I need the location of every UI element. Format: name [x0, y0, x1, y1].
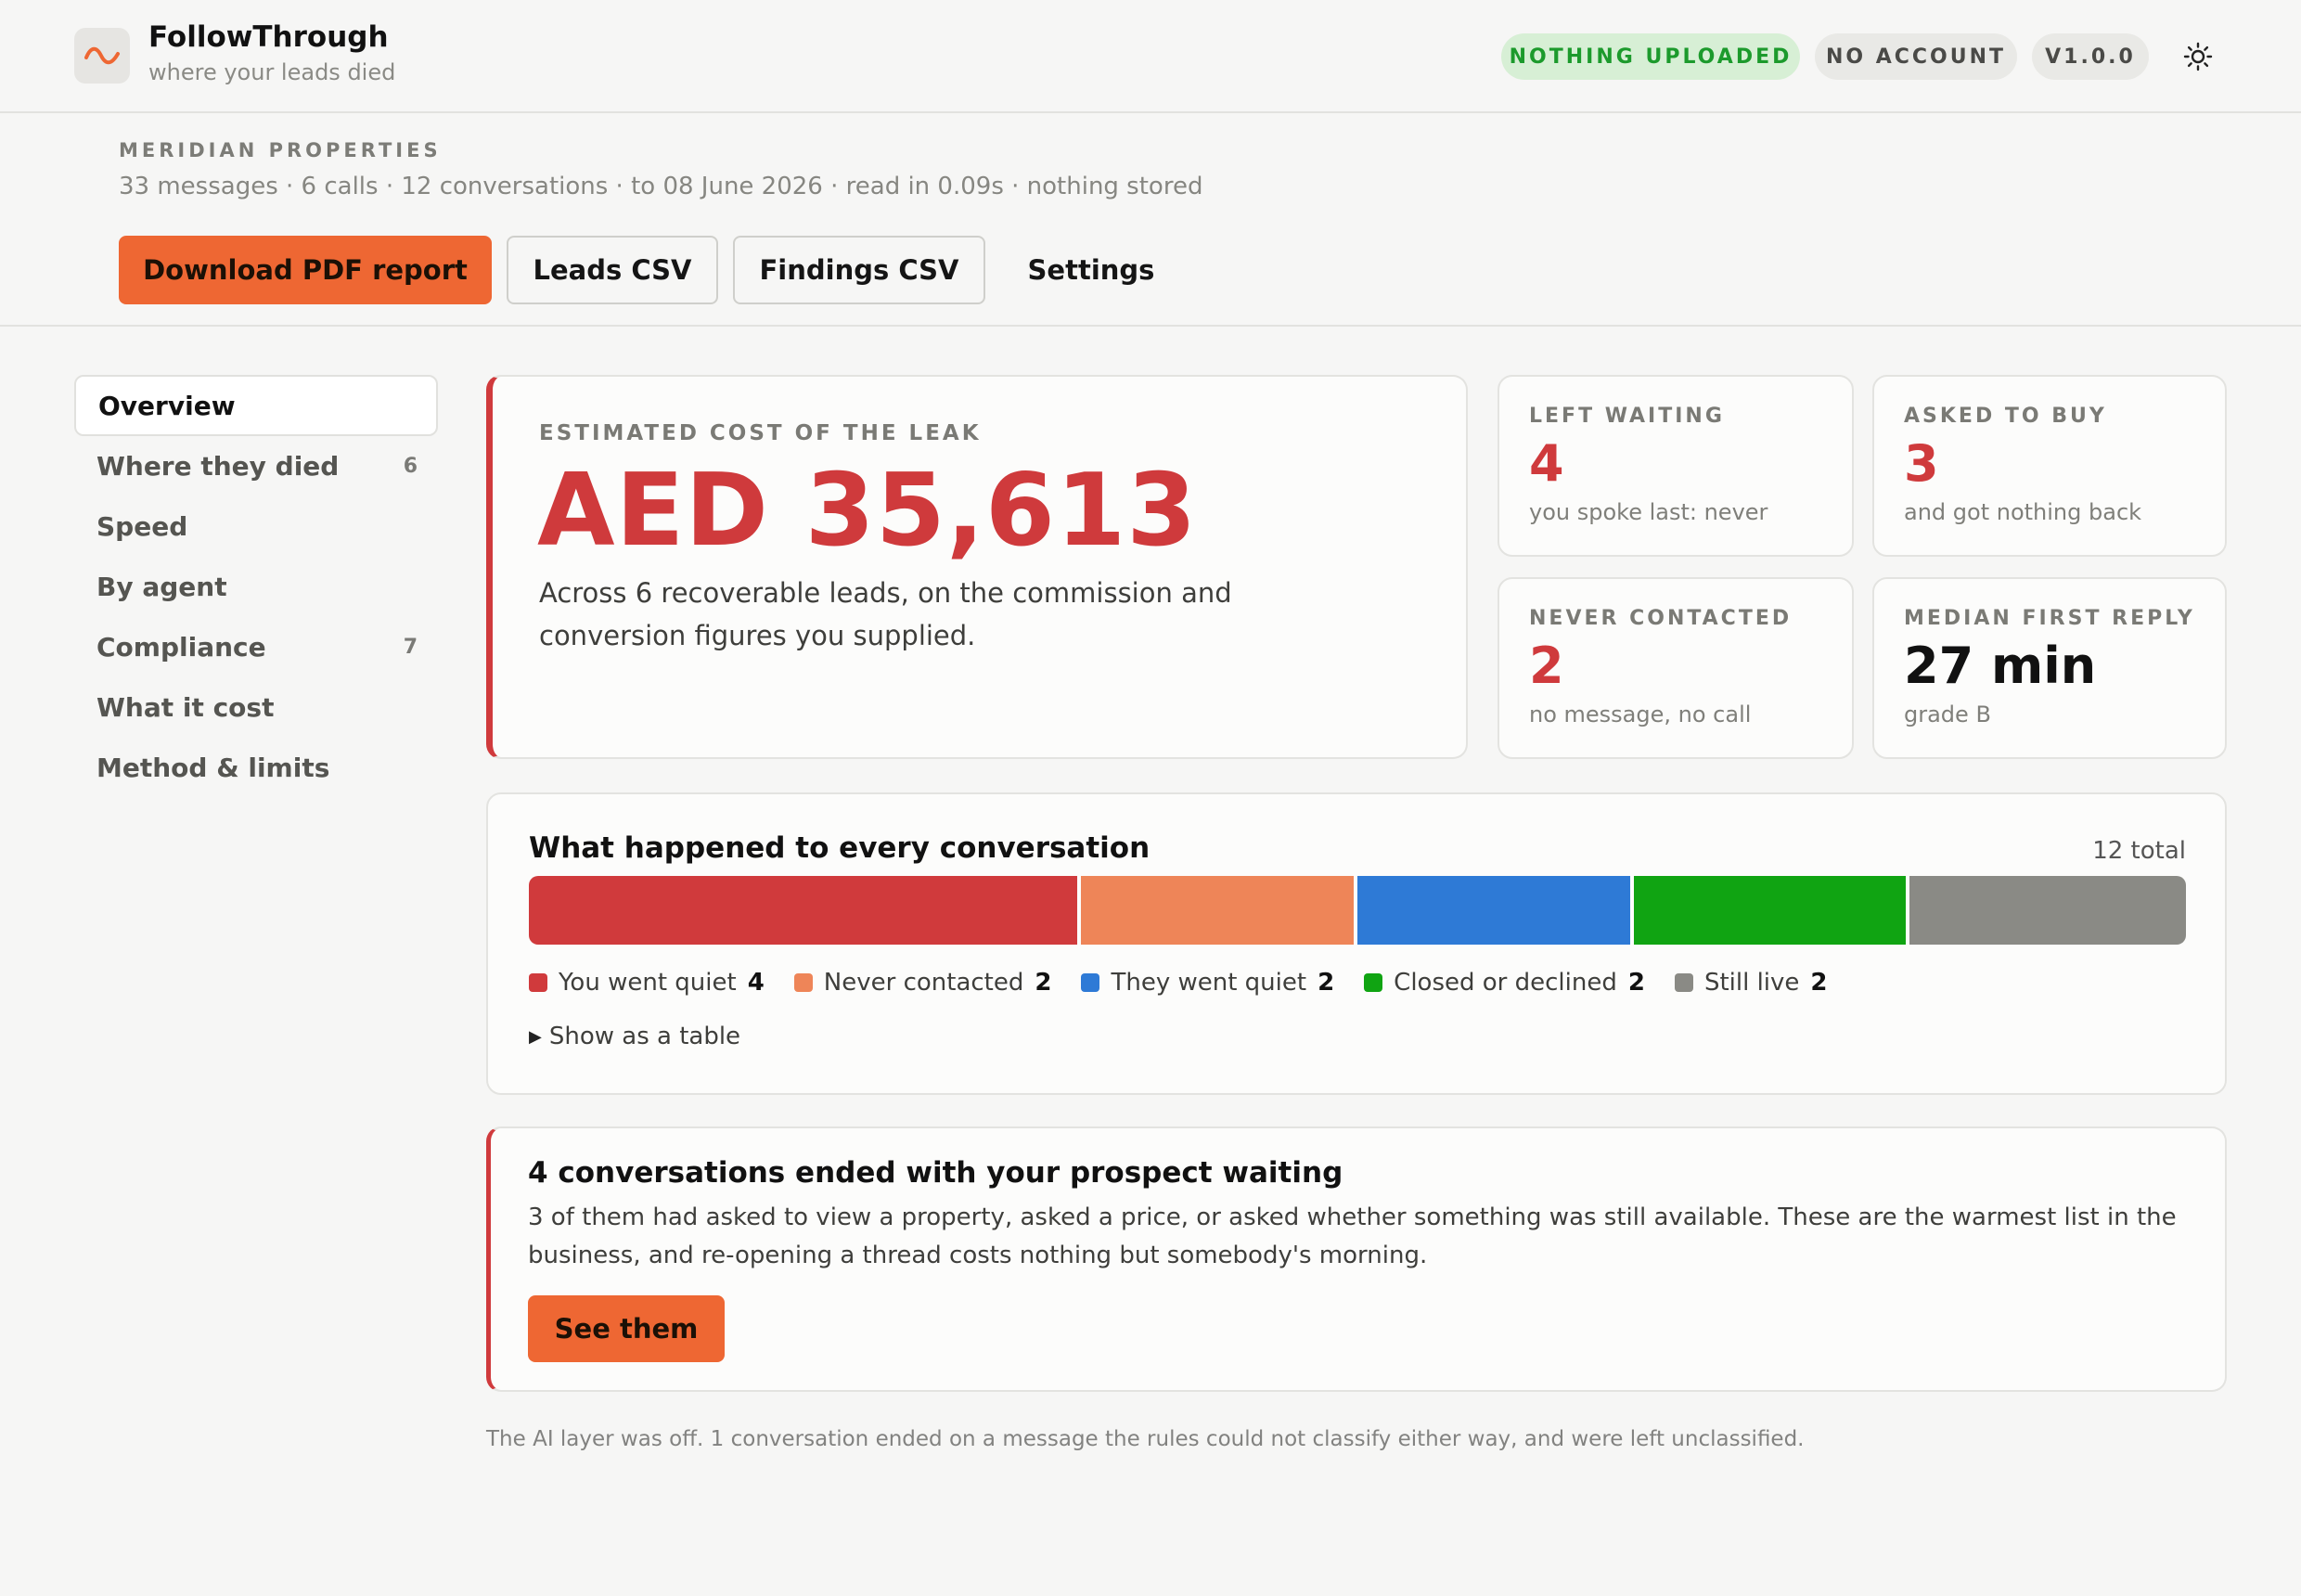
- sidebar-item-method-limits[interactable]: Method & limits: [74, 737, 438, 798]
- legend-count: 2: [1810, 969, 1828, 997]
- stat-card-never-contacted: NEVER CONTACTED 2 no message, no call: [1498, 577, 1854, 759]
- sidebar-item-label: Overview: [98, 390, 236, 421]
- stat-label: ASKED TO BUY: [1904, 405, 2107, 428]
- stat-subtext: grade B: [1904, 701, 1991, 727]
- sidebar-item-label: By agent: [96, 571, 227, 602]
- sidebar-item-what-it-cost[interactable]: What it cost: [74, 676, 438, 738]
- outcome-segment-still-live: [1909, 876, 2186, 945]
- app-logo: [74, 28, 130, 84]
- leads-csv-button[interactable]: Leads CSV: [507, 236, 718, 304]
- sidebar-item-where-they-died[interactable]: Where they died 6: [74, 435, 438, 496]
- ai-layer-footnote: The AI layer was off. 1 conversation end…: [486, 1427, 1805, 1451]
- see-them-button[interactable]: See them: [528, 1295, 725, 1362]
- legend-count: 2: [1627, 969, 1645, 997]
- legend-count: 4: [747, 969, 765, 997]
- outcome-legend: You went quiet 4 Never contacted 2 They …: [529, 969, 1858, 997]
- settings-button[interactable]: Settings: [1008, 236, 1175, 304]
- stat-subtext: no message, no call: [1529, 701, 1752, 727]
- sidebar-item-label: Compliance: [96, 631, 266, 663]
- sidebar-item-count: 6: [403, 454, 418, 478]
- leak-cost-amount: AED 35,613: [537, 453, 1198, 569]
- alert-title: 4 conversations ended with your prospect…: [528, 1156, 1343, 1190]
- download-pdf-button[interactable]: Download PDF report: [119, 236, 492, 304]
- sun-icon: [2183, 42, 2213, 71]
- legend-swatch: [529, 973, 547, 992]
- outcome-segment-you-went-quiet: [529, 876, 1082, 945]
- stat-label: LEFT WAITING: [1529, 405, 1725, 428]
- wave-icon: [84, 46, 120, 65]
- stat-card-median-first-reply: MEDIAN FIRST REPLY 27 min grade B: [1872, 577, 2227, 759]
- app-tagline: where your leads died: [148, 59, 396, 85]
- legend-count: 2: [1035, 969, 1052, 997]
- report-header: MERIDIAN PROPERTIES 33 messages · 6 call…: [0, 115, 2301, 327]
- legend-label: They went quiet: [1111, 969, 1307, 997]
- legend-item-they-went-quiet: They went quiet 2: [1081, 969, 1334, 997]
- disclosure-triangle-icon: ▶: [529, 1026, 542, 1047]
- stat-value: 4: [1529, 434, 1564, 493]
- version-badge: V1.0.0: [2032, 33, 2149, 80]
- leak-cost-description: Across 6 recoverable leads, on the commi…: [539, 577, 1232, 651]
- stat-value: 27 min: [1904, 637, 2097, 695]
- sidebar-item-by-agent[interactable]: By agent: [74, 556, 438, 617]
- sidebar-item-label: Method & limits: [96, 752, 330, 783]
- leak-cost-label: ESTIMATED COST OF THE LEAK: [539, 421, 982, 445]
- stat-subtext: and got nothing back: [1904, 499, 2142, 525]
- sidebar-item-speed[interactable]: Speed: [74, 496, 438, 557]
- legend-item-never-contacted: Never contacted 2: [793, 969, 1052, 997]
- legend-swatch: [1674, 973, 1693, 992]
- alert-body: 3 of them had asked to view a property, …: [528, 1203, 2177, 1269]
- legend-item-closed-or-declined: Closed or declined 2: [1364, 969, 1645, 997]
- legend-label: Closed or declined: [1394, 969, 1617, 997]
- legend-item-still-live: Still live 2: [1674, 969, 1828, 997]
- leak-cost-card: ESTIMATED COST OF THE LEAK AED 35,613 Ac…: [486, 375, 1468, 759]
- theme-toggle-button[interactable]: [2177, 35, 2219, 78]
- show-as-table-toggle[interactable]: ▶ Show as a table: [529, 1023, 740, 1050]
- account-status-badge: NO ACCOUNT: [1815, 33, 2017, 80]
- sidebar-item-label: Speed: [96, 510, 188, 542]
- stat-value: 2: [1529, 637, 1564, 695]
- top-bar: FollowThrough where your leads died NOTH…: [0, 0, 2301, 113]
- legend-item-you-went-quiet: You went quiet 4: [529, 969, 765, 997]
- stat-card-asked-to-buy: ASKED TO BUY 3 and got nothing back: [1872, 375, 2227, 557]
- stat-card-left-waiting: LEFT WAITING 4 you spoke last: never: [1498, 375, 1854, 557]
- outcome-total: 12 total: [2092, 837, 2186, 865]
- legend-swatch: [1364, 973, 1383, 992]
- outcome-stacked-bar: [529, 876, 2186, 945]
- sidebar-item-overview[interactable]: Overview: [74, 375, 438, 436]
- company-name: MERIDIAN PROPERTIES: [119, 139, 442, 161]
- legend-count: 2: [1318, 969, 1335, 997]
- legend-label: Still live: [1703, 969, 1800, 997]
- legend-swatch: [793, 973, 813, 992]
- outcome-segment-they-went-quiet: [1356, 876, 1634, 945]
- stat-value: 3: [1904, 434, 1939, 493]
- stat-label: NEVER CONTACTED: [1529, 607, 1793, 630]
- legend-label: You went quiet: [559, 969, 737, 997]
- waiting-prospects-alert: 4 conversations ended with your prospect…: [486, 1126, 2227, 1392]
- report-meta: 33 messages · 6 calls · 12 conversations…: [119, 173, 1203, 200]
- upload-status-badge: NOTHING UPLOADED: [1501, 33, 1800, 80]
- sidebar-item-label: What it cost: [96, 691, 275, 723]
- stat-label: MEDIAN FIRST REPLY: [1904, 607, 2195, 630]
- sidebar-item-compliance[interactable]: Compliance 7: [74, 616, 438, 677]
- sidebar-item-count: 7: [403, 635, 418, 659]
- legend-label: Never contacted: [823, 969, 1024, 997]
- toggle-label: Show as a table: [548, 1023, 741, 1050]
- stat-subtext: you spoke last: never: [1529, 499, 1768, 525]
- outcome-segment-never-contacted: [1081, 876, 1357, 945]
- app-name: FollowThrough: [148, 20, 389, 54]
- conversation-outcome-card: What happened to every conversation 12 t…: [486, 792, 2227, 1095]
- legend-swatch: [1081, 973, 1100, 992]
- sidebar-item-label: Where they died: [96, 450, 340, 482]
- outcome-segment-closed-or-declined: [1633, 876, 1910, 945]
- findings-csv-button[interactable]: Findings CSV: [733, 236, 985, 304]
- outcome-title: What happened to every conversation: [529, 831, 1150, 865]
